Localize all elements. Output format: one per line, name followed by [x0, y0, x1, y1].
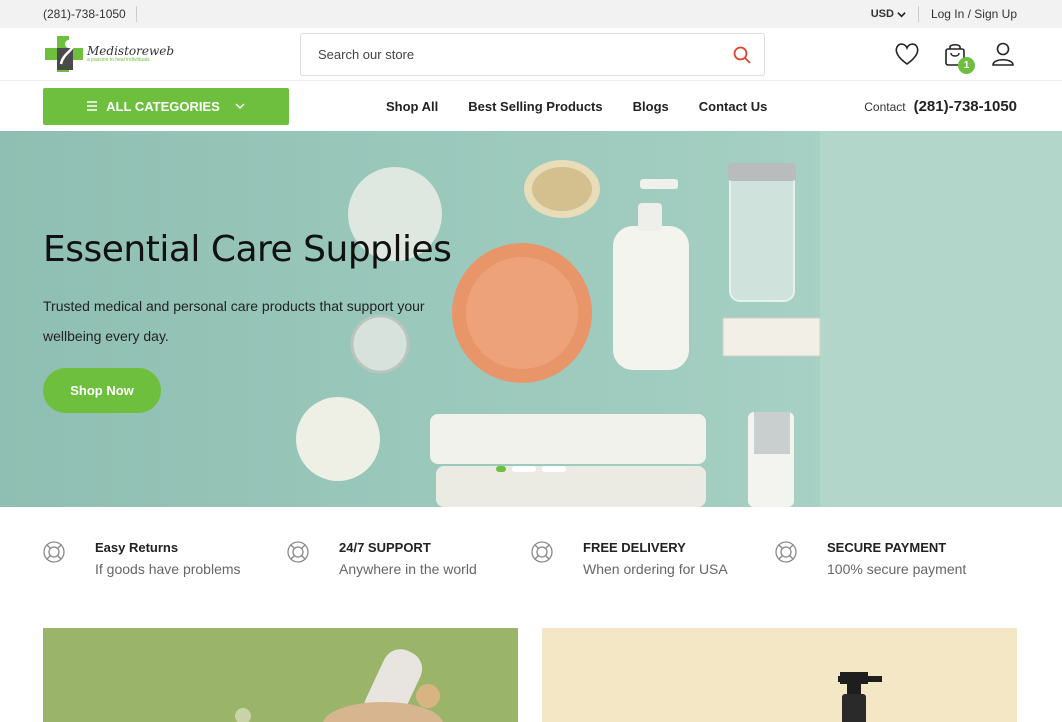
- currency-label: USD: [870, 8, 894, 20]
- promo-banner-1[interactable]: [43, 628, 518, 722]
- feature-title: 24/7 SUPPORT: [339, 540, 431, 555]
- feature-title: FREE DELIVERY: [583, 540, 686, 555]
- logo-name: Medistoreweb: [87, 44, 175, 58]
- nav-best-selling[interactable]: Best Selling Products: [468, 99, 602, 114]
- search-icon[interactable]: [732, 45, 752, 65]
- logo-cross-icon: [45, 36, 83, 72]
- nav-shop-all[interactable]: Shop All: [386, 99, 438, 114]
- shop-now-button[interactable]: Shop Now: [43, 368, 161, 413]
- feature-subtitle: Anywhere in the world: [339, 561, 477, 577]
- logo[interactable]: Medistoreweb a passion to heal individua…: [43, 34, 300, 74]
- top-phone[interactable]: (281)-738-1050: [43, 6, 137, 22]
- chevron-down-icon: [235, 103, 245, 110]
- lifebuoy-icon: [43, 541, 65, 563]
- wishlist-heart-icon[interactable]: [893, 40, 921, 68]
- account-user-icon[interactable]: [989, 40, 1017, 68]
- feature-free-delivery: FREE DELIVERY When ordering for USA: [531, 540, 775, 577]
- login-signup-link[interactable]: Log In / Sign Up: [931, 7, 1017, 21]
- slider-dot-2[interactable]: [512, 466, 536, 472]
- feature-title: Easy Returns: [95, 540, 179, 555]
- pump-bottle-image: [542, 628, 1017, 722]
- hero-subtitle: Trusted medical and personal care produc…: [43, 298, 425, 344]
- top-bar-right: USD Log In / Sign Up: [871, 6, 1017, 22]
- hero-banner: Essential Care Supplies Trusted medical …: [0, 131, 1062, 507]
- all-categories-button[interactable]: ALL CATEGORIES: [43, 87, 289, 125]
- search-bar: [300, 33, 765, 76]
- header-icons: 1: [893, 40, 1017, 74]
- feature-title: SECURE PAYMENT: [827, 540, 947, 555]
- contact-phone[interactable]: (281)-738-1050: [914, 98, 1017, 115]
- feature-subtitle: When ordering for USA: [583, 561, 728, 577]
- lifebuoy-icon: [287, 541, 309, 563]
- search-input[interactable]: [318, 47, 732, 62]
- feature-subtitle: 100% secure payment: [827, 561, 967, 577]
- currency-selector[interactable]: USD: [871, 6, 919, 22]
- chevron-down-icon: [897, 11, 906, 17]
- logo-tagline: a passion to heal individuals: [87, 57, 150, 63]
- lifebuoy-icon: [775, 541, 797, 563]
- top-bar: (281)-738-1050 USD Log In / Sign Up: [0, 0, 1062, 28]
- cart-count-badge: 1: [958, 57, 975, 74]
- hamburger-menu-icon: [87, 101, 98, 111]
- feature-secure-payment: SECURE PAYMENT 100% secure payment: [775, 540, 1019, 577]
- logo-text: Medistoreweb a passion to heal individua…: [87, 45, 174, 63]
- hero-title: Essential Care Supplies: [43, 229, 452, 270]
- slider-dot-1[interactable]: [496, 466, 506, 472]
- nav-contact: Contact (281)-738-1050: [864, 98, 1017, 115]
- slider-dot-3[interactable]: [542, 466, 566, 472]
- main-nav: ALL CATEGORIES Shop All Best Selling Pro…: [0, 81, 1062, 131]
- lifebuoy-icon: [531, 541, 553, 563]
- nav-contact-us[interactable]: Contact Us: [699, 99, 768, 114]
- feature-support: 24/7 SUPPORT Anywhere in the world: [287, 540, 531, 577]
- promo-banner-2[interactable]: [542, 628, 1017, 722]
- features-row: Easy Returns If goods have problems 24/7…: [43, 540, 1019, 577]
- header: Medistoreweb a passion to heal individua…: [0, 28, 1062, 81]
- feature-subtitle: If goods have problems: [95, 561, 241, 577]
- mortar-pestle-image: [43, 628, 518, 722]
- nav-menu: Shop All Best Selling Products Blogs Con…: [386, 99, 767, 114]
- contact-label: Contact: [864, 99, 906, 114]
- all-categories-label: ALL CATEGORIES: [106, 98, 220, 114]
- nav-blogs[interactable]: Blogs: [633, 99, 669, 114]
- cart-button[interactable]: 1: [941, 40, 975, 74]
- slider-dots: [496, 466, 566, 472]
- feature-easy-returns: Easy Returns If goods have problems: [43, 540, 287, 577]
